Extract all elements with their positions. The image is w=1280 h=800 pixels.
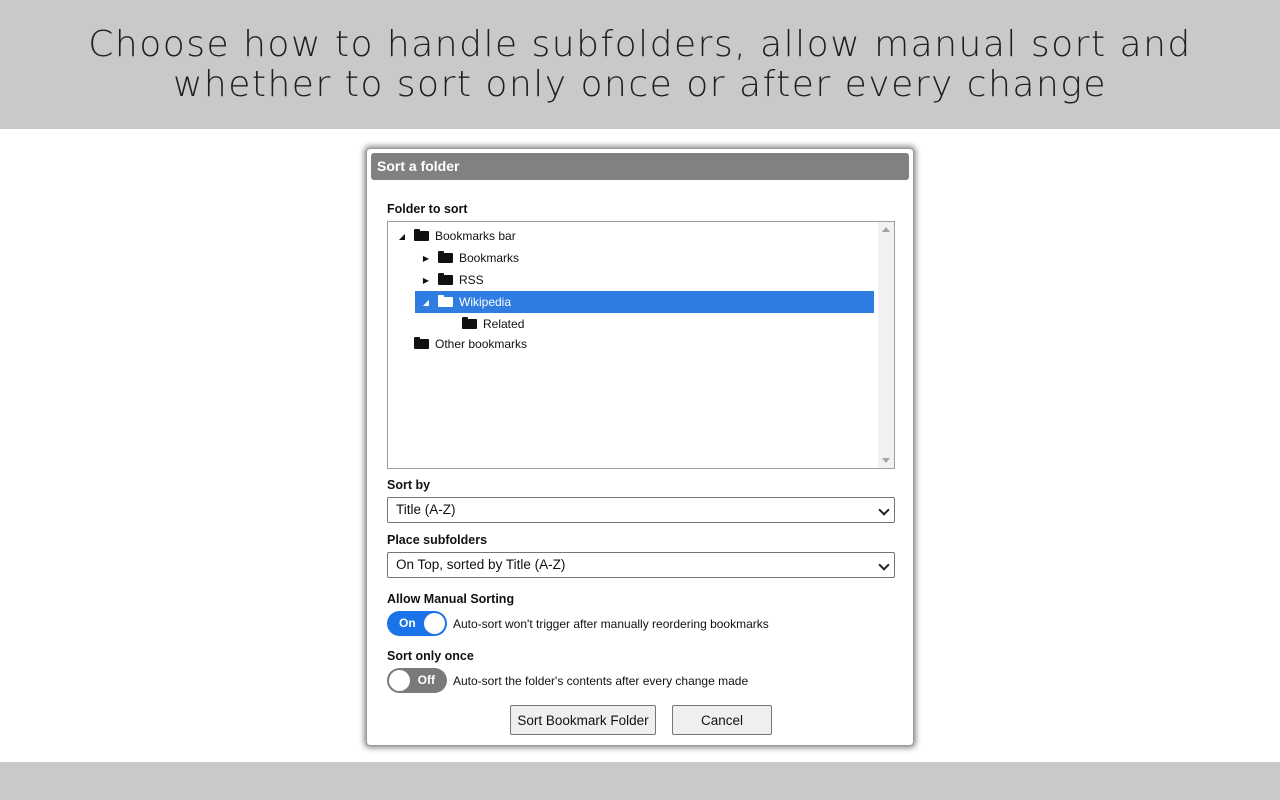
chevron-down-icon [878, 504, 890, 516]
tree-node-label: Bookmarks bar [435, 229, 516, 243]
dialog-title: Sort a folder [371, 153, 909, 180]
tree-node-label: Related [483, 317, 525, 331]
sort-only-once-desc: Auto-sort the folder's contents after ev… [453, 674, 749, 688]
scroll-down-icon[interactable] [882, 458, 890, 463]
place-subfolders-label: Place subfolders [387, 533, 488, 547]
toggle-knob [424, 613, 445, 634]
banner-caption: Choose how to handle subfolders, allow m… [88, 23, 1192, 105]
folder-to-sort-label: Folder to sort [387, 202, 468, 216]
footer-band [0, 762, 1280, 800]
allow-manual-sorting-toggle[interactable]: On [387, 611, 447, 636]
folder-icon [438, 251, 453, 263]
toggle-state: On [399, 616, 416, 630]
place-subfolders-select[interactable]: On Top, sorted by Title (A-Z) [387, 552, 895, 578]
folder-icon [414, 229, 429, 241]
collapse-icon[interactable]: ◢ [396, 232, 408, 241]
sort-folder-dialog: Sort a folder Folder to sort ◢ Bookmarks… [366, 148, 914, 746]
tree-node-related[interactable]: Related [444, 313, 524, 335]
place-subfolders-value: On Top, sorted by Title (A-Z) [396, 557, 566, 572]
toggle-knob [389, 670, 410, 691]
sort-only-once-label: Sort only once [387, 649, 474, 663]
sort-only-once-toggle[interactable]: Off [387, 668, 447, 693]
allow-manual-sorting-label: Allow Manual Sorting [387, 592, 515, 606]
tree-node-label: Other bookmarks [435, 337, 528, 351]
cancel-button[interactable]: Cancel [672, 705, 772, 735]
chevron-down-icon [878, 559, 890, 571]
sort-by-label: Sort by [387, 478, 431, 492]
tree-node-other-bookmarks[interactable]: Other bookmarks [396, 333, 527, 355]
header-banner: Choose how to handle subfolders, allow m… [0, 0, 1280, 129]
sort-by-value: Title (A-Z) [396, 502, 456, 517]
sort-bookmark-folder-button[interactable]: Sort Bookmark Folder [510, 705, 656, 735]
scroll-up-icon[interactable] [882, 227, 890, 232]
tree-scrollbar[interactable] [878, 222, 894, 468]
allow-manual-sorting-desc: Auto-sort won't trigger after manually r… [453, 617, 769, 631]
toggle-state: Off [417, 673, 435, 687]
tree-node-label: Wikipedia [459, 295, 512, 309]
folder-tree[interactable]: ◢ Bookmarks bar ▶ Bookmarks ▶ RSS ◢ Wiki… [387, 221, 895, 469]
collapse-icon[interactable]: ◢ [420, 298, 432, 307]
tree-node-rss[interactable]: ▶ RSS [420, 269, 484, 291]
folder-icon [414, 337, 429, 349]
tree-node-bookmarks-bar[interactable]: ◢ Bookmarks bar [396, 225, 516, 247]
tree-node-wikipedia[interactable]: ◢ Wikipedia [415, 291, 874, 313]
tree-node-label: Bookmarks [459, 251, 520, 265]
sort-by-select[interactable]: Title (A-Z) [387, 497, 895, 523]
tree-node-label: RSS [459, 273, 484, 287]
folder-icon [462, 317, 477, 329]
tree-node-bookmarks[interactable]: ▶ Bookmarks [420, 247, 519, 269]
folder-icon [438, 273, 453, 285]
expand-icon[interactable]: ▶ [420, 276, 432, 285]
expand-icon[interactable]: ▶ [420, 254, 432, 263]
folder-icon [438, 295, 453, 307]
